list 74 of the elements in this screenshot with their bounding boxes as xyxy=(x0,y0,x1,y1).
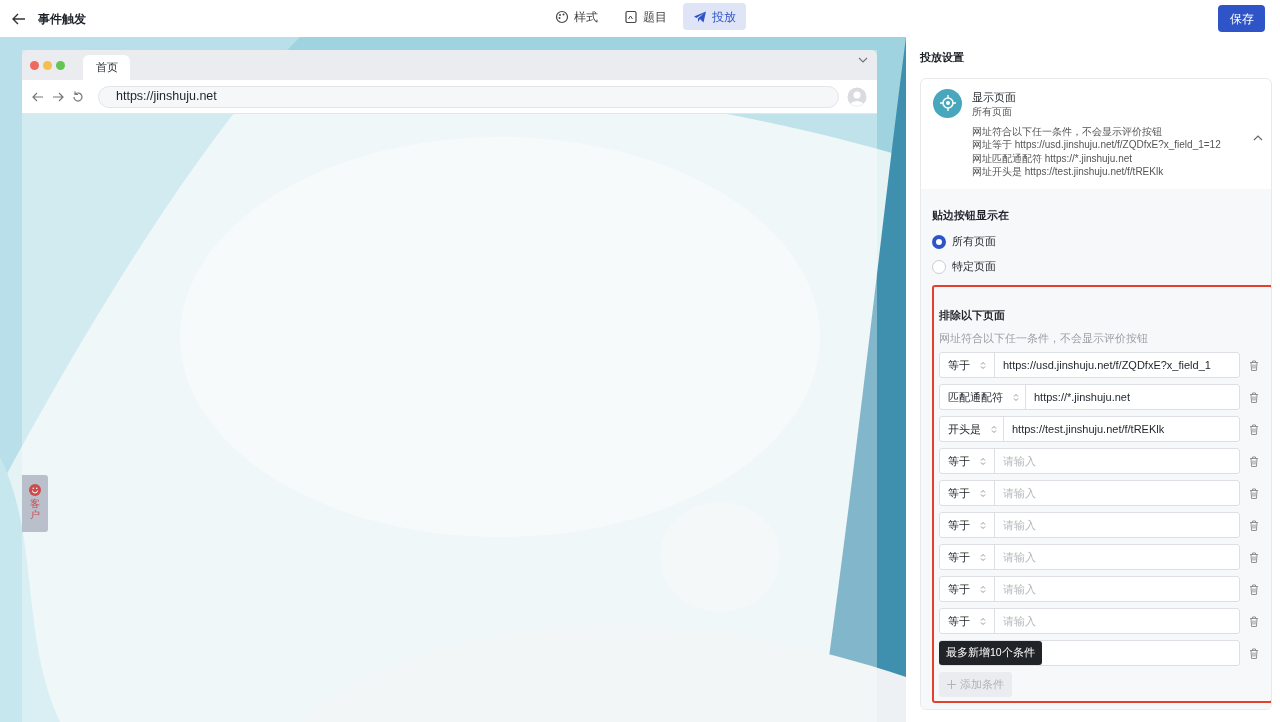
trash-icon[interactable] xyxy=(1249,615,1259,627)
document-icon xyxy=(624,9,638,24)
operator-select[interactable]: 等于 xyxy=(940,449,995,473)
sort-icon xyxy=(980,584,986,594)
back-icon[interactable] xyxy=(12,12,26,25)
back-arrow-icon[interactable] xyxy=(32,91,44,102)
smile-icon xyxy=(29,484,41,496)
trash-icon[interactable] xyxy=(1249,359,1259,371)
condition-field[interactable]: 等于 请输入 xyxy=(939,480,1240,506)
condition-field[interactable]: 开头是 https://test.jinshuju.net/f/tREKlk xyxy=(939,416,1240,442)
chevron-up-icon[interactable] xyxy=(1253,134,1263,141)
trash-icon[interactable] xyxy=(1249,519,1259,531)
operator-select[interactable]: 等于 xyxy=(940,353,995,377)
palette-icon xyxy=(555,9,569,24)
target-icon xyxy=(933,88,962,118)
trash-icon[interactable] xyxy=(1249,583,1259,595)
operator-select[interactable]: 开头是 xyxy=(940,417,1004,441)
condition-field[interactable]: 等于 请输入 xyxy=(939,448,1240,474)
operator-select[interactable]: 等于 xyxy=(940,577,995,601)
condition-text: 网址符合以下任一条件，不会显示评价按钮 xyxy=(972,124,1163,138)
tooltip: 最多新增10个条件 xyxy=(939,641,1042,665)
trash-icon[interactable] xyxy=(1249,423,1259,435)
condition-text: 网址匹配通配符 https://*.jinshuju.net xyxy=(972,151,1134,165)
condition-field[interactable]: 等于 https://usd.jinshuju.net/f/ZQDfxE?x_field_1 xyxy=(939,352,1240,378)
hint-text: 网址符合以下任一条件，不会显示评价按钮 xyxy=(939,330,1149,346)
browser-tab[interactable]: 首页 xyxy=(83,55,130,80)
save-button[interactable]: 保存 xyxy=(1218,5,1265,32)
tab[interactable]: 样式 xyxy=(545,3,608,30)
trash-icon[interactable] xyxy=(1249,487,1259,499)
sort-icon xyxy=(980,616,986,626)
page-title: 事件触发 xyxy=(38,10,86,28)
avatar-icon xyxy=(847,86,867,107)
operator-select[interactable]: 等于 xyxy=(940,545,995,569)
condition-text: 网址开头是 https://test.jinshuju.net/f/tREKlk xyxy=(972,165,1165,179)
operator-select[interactable]: 等于 xyxy=(940,513,995,537)
radio-label: 所有页面 xyxy=(952,234,996,250)
trash-icon[interactable] xyxy=(1249,647,1259,659)
sort-icon xyxy=(980,520,986,530)
card-title: 显示页面 xyxy=(972,89,1017,105)
condition-field[interactable]: 等于 请输入 xyxy=(939,608,1240,634)
operator-select[interactable]: 等于 xyxy=(940,481,995,505)
chevron-down-icon[interactable] xyxy=(858,57,868,63)
radio-label: 特定页面 xyxy=(952,259,996,275)
sort-icon xyxy=(980,552,986,562)
trash-icon[interactable] xyxy=(1249,455,1259,467)
operator-select[interactable]: 匹配通配符 xyxy=(940,385,1026,409)
section-label: 排除以下页面 xyxy=(939,308,1006,323)
condition-field[interactable]: 等于 请输入 xyxy=(939,512,1240,538)
url-input[interactable]: https://usd.jinshuju.net/f/ZQDfxE?x_field_1 xyxy=(995,353,1239,377)
sort-icon xyxy=(980,360,986,370)
plus-icon xyxy=(947,680,956,689)
condition-field[interactable]: 匹配通配符 https://*.jinshuju.net xyxy=(939,384,1240,410)
section-title: 投放设置 xyxy=(920,50,965,65)
operator-select[interactable]: 等于 xyxy=(940,609,995,633)
sort-icon xyxy=(1013,392,1019,402)
paper-plane-icon xyxy=(693,9,707,24)
section-label: 贴边按钮显示在 xyxy=(932,207,1010,223)
card-subtitle: 所有页面 xyxy=(972,105,1013,119)
url-input[interactable]: https://test.jinshuju.net/f/tREKlk xyxy=(1004,417,1239,441)
tab[interactable]: 投放 xyxy=(683,3,746,30)
radio-button[interactable] xyxy=(932,234,946,249)
condition-text: 网址等于 https://usd.jinshuju.net/f/ZQDfxE?x_field_1=12 xyxy=(972,138,1222,152)
condition-field[interactable]: 等于 请输入 xyxy=(939,576,1240,602)
sort-icon xyxy=(980,488,986,498)
trash-icon[interactable] xyxy=(1249,551,1259,563)
reload-icon[interactable] xyxy=(72,90,84,103)
sort-icon xyxy=(980,456,986,466)
forward-arrow-icon[interactable] xyxy=(52,91,64,102)
sort-icon xyxy=(991,424,997,434)
trash-icon[interactable] xyxy=(1249,391,1259,403)
tab[interactable]: 题目 xyxy=(614,3,677,30)
url-input[interactable]: https://*.jinshuju.net xyxy=(1026,385,1239,409)
condition-field[interactable]: 等于 请输入 xyxy=(939,544,1240,570)
address-bar[interactable]: https://jinshuju.net xyxy=(98,85,839,108)
